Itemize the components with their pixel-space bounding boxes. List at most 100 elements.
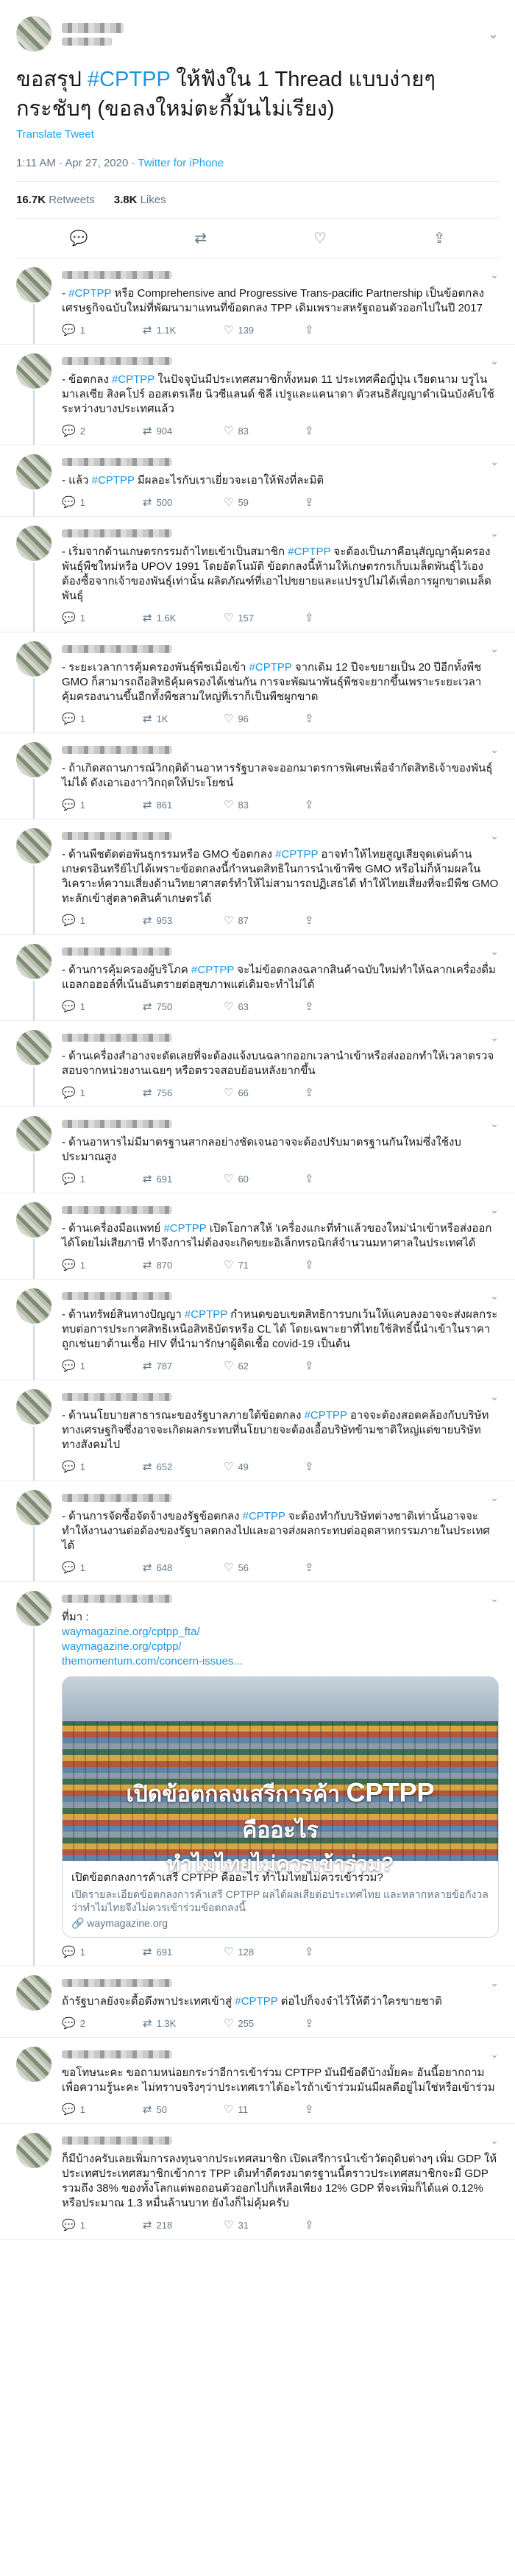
source-link[interactable]: waymagazine.org/cptpp_fta/ [62,1625,499,1640]
hashtag-link[interactable]: #CPTPP [68,287,111,300]
reply-tweet[interactable]: ⌄ ถ้ารัฐบาลยังจะดื้อดึงพาประเทศเข้าสู่ #… [0,1966,515,2038]
hashtag-link[interactable]: #CPTPP [275,848,318,861]
chevron-down-icon[interactable]: ⌄ [490,643,499,655]
reply-tweet[interactable]: ⌄ - ด้านอาหารไม่มีมาตรฐานสากลอย่างชัดเจน… [0,1107,515,1193]
chevron-down-icon[interactable]: ⌄ [490,2134,499,2147]
retweet-action[interactable]: ⇄ 870 [143,1258,224,1271]
reply-action[interactable]: 💬 1 [62,1460,143,1473]
reply-tweet[interactable]: ⌄ - เริ่มจากด้านเกษตรกรรมถ้าไทยเข้าเป็นส… [0,517,515,632]
likes-stat[interactable]: 3.8K Likes [114,194,166,206]
retweet-action[interactable]: ⇄ 648 [143,1561,224,1574]
reply-action[interactable]: 💬 1 [62,1359,143,1372]
like-action[interactable]: ♡ 56 [224,1561,305,1574]
author-name-blurred[interactable] [62,1119,172,1128]
share-action[interactable]: ⇪ [305,1460,386,1473]
reply-tweet[interactable]: ⌄ - ด้านทรัพย์สินทางปัญญา #CPTPP กำหนดขอ… [0,1280,515,1380]
share-action[interactable]: ⇪ [305,2016,386,2030]
like-action[interactable]: ♡ 128 [224,1945,305,1958]
retweet-icon[interactable]: ⇄ [194,229,207,247]
reply-action[interactable]: 💬 1 [62,798,143,811]
avatar[interactable] [16,454,52,490]
avatar[interactable] [16,526,52,561]
share-action[interactable]: ⇪ [305,2218,386,2231]
avatar[interactable] [16,1490,52,1525]
author-name-blurred[interactable] [62,22,124,46]
reply-tweet[interactable]: ⌄ - ถ้าเกิดสถานการณ์วิกฤติด้านอาหารรัฐบา… [0,733,515,819]
reply-tweet[interactable]: ⌄ - #CPTPP หรือ Comprehensive and Progre… [0,258,515,345]
chevron-down-icon[interactable]: ⌄ [490,456,499,468]
chevron-down-icon[interactable]: ⌄ [490,744,499,756]
author-name-blurred[interactable] [62,529,172,537]
retweet-action[interactable]: ⇄ 652 [143,1460,224,1473]
hashtag-link[interactable]: #CPTPP [88,68,170,91]
like-action[interactable]: ♡ 63 [224,1000,305,1013]
author-name-blurred[interactable] [62,1978,172,1987]
source-link[interactable]: waymagazine.org/cptpp/ [62,1640,499,1654]
retweet-action[interactable]: ⇄ 756 [143,1086,224,1099]
author-name-blurred[interactable] [62,1594,172,1603]
chevron-down-icon[interactable]: ⌄ [490,269,499,281]
share-action[interactable]: ⇪ [305,1561,386,1574]
like-action[interactable]: ♡ 71 [224,1258,305,1271]
reply-action[interactable]: 💬 1 [62,611,143,624]
hashtag-link[interactable]: #CPTPP [305,1409,347,1422]
reply-action[interactable]: 💬 1 [62,1945,143,1958]
hashtag-link[interactable]: #CPTPP [185,1308,227,1321]
hashtag-link[interactable]: #CPTPP [235,1995,277,2008]
author-name-blurred[interactable] [62,745,172,754]
avatar[interactable] [16,1591,52,1626]
hashtag-link[interactable]: #CPTPP [163,1222,206,1235]
like-action[interactable]: ♡ 66 [224,1086,305,1099]
chevron-down-icon[interactable]: ⌄ [488,27,499,42]
reply-tweet[interactable]: ⌄ - ด้านการจัดซื้อจัดจ้างของรัฐข้อตกลง #… [0,1481,515,1582]
chevron-down-icon[interactable]: ⌄ [490,1977,499,1989]
like-action[interactable]: ♡ 31 [224,2218,305,2231]
avatar[interactable] [16,1116,52,1151]
reply-action[interactable]: 💬 1 [62,2103,143,2116]
retweet-action[interactable]: ⇄ 1K [143,712,224,725]
translate-tweet-link[interactable]: Translate Tweet [16,128,499,141]
share-action[interactable]: ⇪ [305,2103,386,2116]
avatar[interactable] [16,1975,52,2011]
chevron-down-icon[interactable]: ⌄ [490,1492,499,1504]
like-action[interactable]: ♡ 255 [224,2016,305,2030]
author-name-blurred[interactable] [62,1291,172,1300]
hashtag-link[interactable]: #CPTPP [191,964,234,976]
retweet-action[interactable]: ⇄ 1.1K [143,323,224,336]
chevron-down-icon[interactable]: ⌄ [490,2048,499,2061]
source-link[interactable]: themomentum.com/concern-issues... [62,1654,499,1669]
author-name-blurred[interactable] [62,1493,172,1502]
chevron-down-icon[interactable]: ⌄ [490,830,499,842]
like-action[interactable]: ♡ 157 [224,611,305,624]
chevron-down-icon[interactable]: ⌄ [490,1118,499,1130]
like-action[interactable]: ♡ 62 [224,1359,305,1372]
share-action[interactable]: ⇪ [305,424,386,437]
avatar[interactable] [16,1389,52,1425]
author-name-blurred[interactable] [62,1033,172,1042]
retweet-action[interactable]: ⇄ 500 [143,495,224,509]
reply-icon[interactable]: 💬 [69,229,88,247]
share-action[interactable]: ⇪ [305,1359,386,1372]
author-name-blurred[interactable] [62,1205,172,1214]
reply-tweet[interactable]: ⌄ - แล้ว #CPTPP มีผลอะไรกับเราเยี่ยวจะเอ… [0,445,515,517]
author-name-blurred[interactable] [62,831,172,840]
reply-action[interactable]: 💬 1 [62,1172,143,1185]
reply-action[interactable]: 💬 1 [62,914,143,927]
reply-tweet[interactable]: ⌄ - ด้านเครื่องสำอางจะตัดเลยที่จะต้องแจ้… [0,1021,515,1107]
chevron-down-icon[interactable]: ⌄ [490,945,499,958]
share-action[interactable]: ⇪ [305,1945,386,1958]
reply-tweet[interactable]: ⌄ - ระยะเวลาการคุ้มครองพันธุ์พืชเมื่อเข้… [0,632,515,733]
share-action[interactable]: ⇪ [305,1172,386,1185]
reply-action[interactable]: 💬 1 [62,1258,143,1271]
retweet-action[interactable]: ⇄ 953 [143,914,224,927]
tweet-client[interactable]: Twitter for iPhone [138,157,224,169]
author-name-blurred[interactable] [62,356,172,365]
reply-tweet[interactable]: ⌄ - ด้านเครื่องมือแพทย์ #CPTPP เปิดโอกาส… [0,1193,515,1280]
author-name-blurred[interactable] [62,2136,172,2145]
author-name-blurred[interactable] [62,644,172,653]
hashtag-link[interactable]: #CPTPP [112,373,154,386]
reply-action[interactable]: 💬 1 [62,323,143,336]
like-action[interactable]: ♡ 87 [224,914,305,927]
like-action[interactable]: ♡ 11 [224,2103,305,2116]
share-action[interactable]: ⇪ [305,914,386,927]
